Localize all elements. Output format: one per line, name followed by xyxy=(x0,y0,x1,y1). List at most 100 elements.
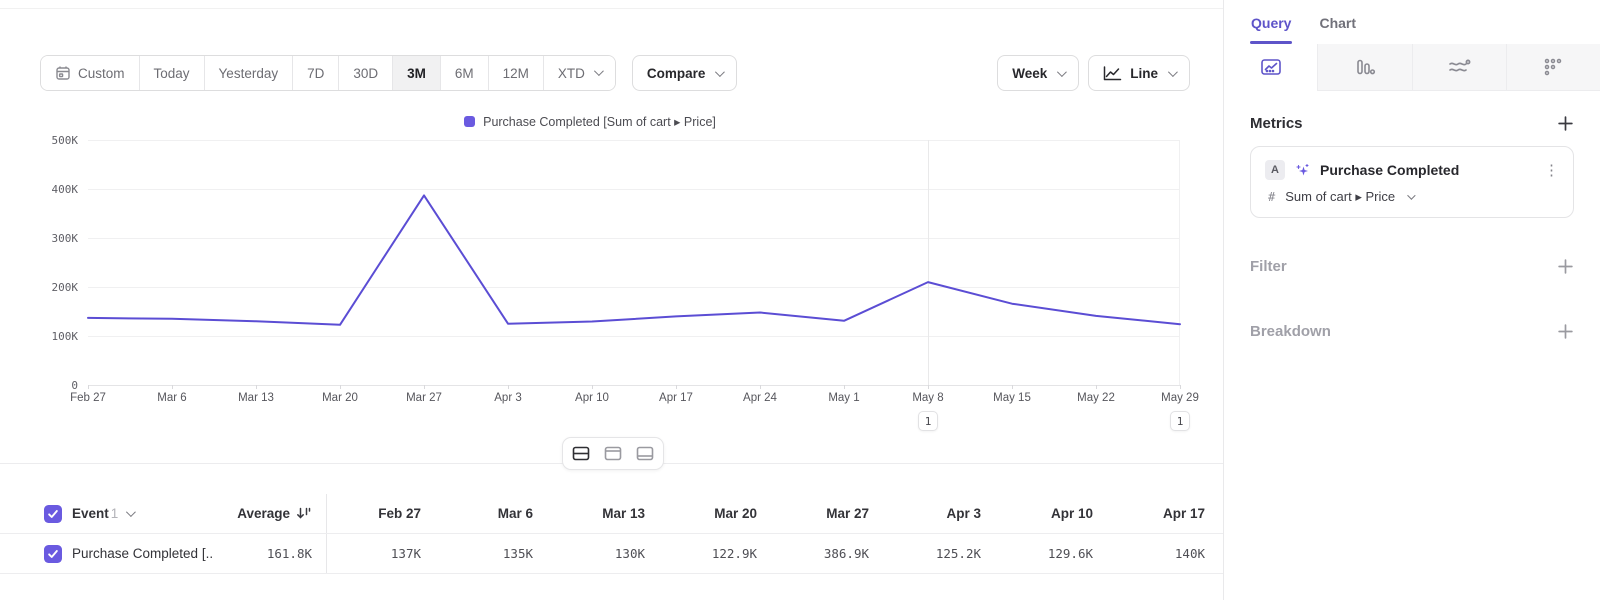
row-value-cell: 140K xyxy=(1111,534,1223,573)
granularity-label: Week xyxy=(1012,66,1047,81)
date-range-label: XTD xyxy=(558,66,585,81)
date-column-header: Mar 20 xyxy=(663,494,775,533)
chart-legend[interactable]: Purchase Completed [Sum of cart ▸ Price] xyxy=(0,114,1180,129)
date-range-3m[interactable]: 3M xyxy=(392,56,440,90)
x-tick xyxy=(1096,385,1097,389)
legend-swatch xyxy=(464,116,475,127)
aggregation-selector[interactable]: # Sum of cart ▸ Price xyxy=(1265,189,1559,205)
annotation-badge[interactable]: 1 xyxy=(1170,411,1190,431)
date-range-label: Custom xyxy=(78,66,125,81)
x-axis-label: Mar 27 xyxy=(382,392,466,404)
tab-query[interactable]: Query xyxy=(1250,12,1292,44)
date-range-7d[interactable]: 7D xyxy=(292,56,338,90)
x-axis-label: Apr 24 xyxy=(718,392,802,404)
date-column-header: Apr 17 xyxy=(1111,494,1223,533)
add-filter-button[interactable] xyxy=(1557,258,1574,275)
date-column-header: Apr 10 xyxy=(999,494,1111,533)
x-axis-label: May 22 xyxy=(1054,392,1138,404)
tab-chart[interactable]: Chart xyxy=(1318,12,1357,44)
chart-type-tab-bars[interactable] xyxy=(1317,44,1411,91)
chart-type-tab-insights-line[interactable] xyxy=(1224,44,1317,91)
chevron-down-icon xyxy=(594,66,604,76)
date-column-header: Mar 6 xyxy=(439,494,551,533)
x-axis-label: May 15 xyxy=(970,392,1054,404)
date-range-6m[interactable]: 6M xyxy=(440,56,488,90)
chart-type-tabs xyxy=(1224,44,1600,91)
row-value-cell: 130K xyxy=(551,534,663,573)
row-value-cell: 125.2K xyxy=(887,534,999,573)
breakdown-heading: Breakdown xyxy=(1250,323,1331,340)
table-row[interactable]: Purchase Completed [... 161.8K 137K135K1… xyxy=(0,534,1223,574)
x-tick xyxy=(88,385,89,389)
plus-icon xyxy=(1557,258,1574,275)
x-axis-label: May 29 xyxy=(1138,392,1222,404)
x-axis-label: May 8 xyxy=(886,392,970,404)
filter-section: Filter xyxy=(1224,258,1600,275)
chevron-down-icon xyxy=(715,67,725,77)
sidebar-tabs: Query Chart xyxy=(1224,0,1600,44)
breakdown-section: Breakdown xyxy=(1224,323,1600,340)
sort-descending-icon[interactable] xyxy=(296,506,312,521)
row-value-cell: 137K xyxy=(327,534,439,573)
date-range-12m[interactable]: 12M xyxy=(488,56,543,90)
x-axis-label: Apr 3 xyxy=(466,392,550,404)
chevron-down-icon xyxy=(1168,67,1178,77)
y-axis-label: 300K xyxy=(20,232,78,245)
add-metric-button[interactable] xyxy=(1557,115,1574,132)
average-header-cell[interactable]: Average xyxy=(214,494,326,533)
x-axis-label: Mar 6 xyxy=(130,392,214,404)
event-header-cell[interactable]: Event1 xyxy=(0,494,214,533)
select-all-checkbox[interactable] xyxy=(44,505,62,523)
event-count: 1 xyxy=(111,506,119,521)
layout-table-only-button[interactable] xyxy=(629,439,661,468)
chart-type-label: Line xyxy=(1130,66,1158,81)
x-tick xyxy=(1012,385,1013,389)
date-range-label: Today xyxy=(154,66,190,81)
table-body: Purchase Completed [... 161.8K 137K135K1… xyxy=(0,534,1223,574)
numeric-type-icon: # xyxy=(1268,190,1275,204)
date-range-xtd[interactable]: XTD xyxy=(543,56,615,90)
insights-report: Custom Today Yesterday7D30D 3M 6M 12M XTD Comp… xyxy=(0,0,1600,600)
toolbar-right: Week Line xyxy=(997,55,1190,91)
annotation-badge[interactable]: 1 xyxy=(918,411,938,431)
layout-split-view-icon xyxy=(572,446,590,461)
metric-menu-button[interactable]: ⋮ xyxy=(1544,163,1559,178)
y-axis-label: 400K xyxy=(20,183,78,196)
chart-type-tab-retention[interactable] xyxy=(1506,44,1600,91)
chevron-down-icon xyxy=(1057,67,1067,77)
y-axis-label: 100K xyxy=(20,330,78,343)
date-range-custom[interactable]: Custom xyxy=(41,56,139,90)
compare-button[interactable]: Compare xyxy=(632,55,738,91)
granularity-button[interactable]: Week xyxy=(997,55,1079,91)
row-value-cell: 129.6K xyxy=(999,534,1111,573)
chevron-down-icon xyxy=(126,507,136,517)
x-axis-label: Apr 17 xyxy=(634,392,718,404)
date-range-yesterday[interactable]: Yesterday xyxy=(204,56,293,90)
x-axis-label: Feb 27 xyxy=(46,392,130,404)
layout-chart-only-button[interactable] xyxy=(597,439,629,468)
event-header-label: Event1 xyxy=(72,506,118,521)
layout-chart-only-icon xyxy=(604,446,622,461)
x-tick xyxy=(340,385,341,389)
row-checkbox[interactable] xyxy=(44,545,62,563)
row-values: 137K135K130K122.9K386.9K125.2K129.6K140K xyxy=(326,534,1223,573)
x-axis-label: May 1 xyxy=(802,392,886,404)
x-tick xyxy=(1180,385,1181,389)
date-range-label: 12M xyxy=(503,66,529,81)
metric-card[interactable]: A Purchase Completed ⋮ # Sum of cart ▸ P… xyxy=(1250,146,1574,218)
date-range-today[interactable]: Today xyxy=(139,56,204,90)
row-event-name: Purchase Completed [... xyxy=(72,546,214,561)
layout-split-view-button[interactable] xyxy=(565,439,597,468)
metric-name: Purchase Completed xyxy=(1320,162,1535,178)
chart-type-button[interactable]: Line xyxy=(1088,55,1190,91)
insights-line-icon xyxy=(1260,57,1282,77)
filter-heading: Filter xyxy=(1250,258,1287,275)
date-range-label: 3M xyxy=(407,66,426,81)
line-chart-plot xyxy=(88,140,1180,385)
average-header-label: Average xyxy=(237,506,290,521)
x-axis: Feb 27Mar 6Mar 13Mar 20Mar 27Apr 3Apr 10… xyxy=(88,392,1180,408)
x-tick xyxy=(592,385,593,389)
add-breakdown-button[interactable] xyxy=(1557,323,1574,340)
date-range-30d[interactable]: 30D xyxy=(338,56,392,90)
chart-type-tab-flows[interactable] xyxy=(1412,44,1506,91)
